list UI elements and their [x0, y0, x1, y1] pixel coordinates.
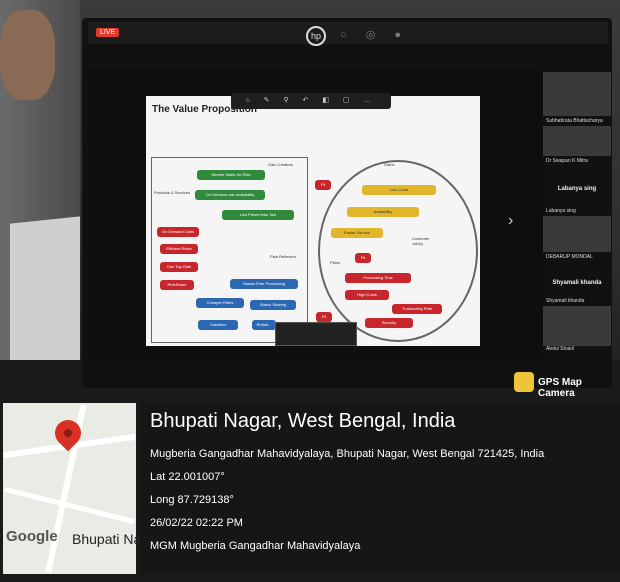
slide-title: The Value Proposition: [152, 104, 258, 115]
gain-box-2: On Demand cab availability: [195, 190, 265, 200]
pain-pill-2: High Costs: [345, 290, 389, 300]
gain-pill-1: Low Costs: [362, 185, 436, 195]
slide-thumbnails[interactable]: [275, 322, 357, 346]
map-pin-dot: [64, 429, 72, 437]
product-box-2: Efficient Rides: [160, 244, 198, 254]
fit-badge-top: Fit: [315, 180, 331, 190]
participant-name-6: Abdul Shakil: [546, 346, 574, 352]
gain-box-1: Shorter Waits for Ride: [197, 170, 265, 180]
location-longitude: Long 87.729138°: [150, 494, 234, 506]
pain-reliever-box-5: Reliab...: [252, 320, 276, 330]
participant-name-1: Subhabrata Bhattacharya: [546, 118, 603, 124]
gain-pill-3: Easier Service: [331, 228, 383, 238]
gps-map-camera-icon: [514, 372, 534, 392]
pain-pill-3: Trustworthy Ride: [392, 304, 442, 314]
gain-pill-2: Availability: [347, 207, 419, 217]
next-slide-icon[interactable]: ›: [508, 212, 513, 230]
gain-creators-label: Gain Creators: [268, 162, 293, 167]
participant-name-5: Shyamali khanda: [552, 280, 602, 286]
product-box-3: One Tap Ride: [160, 262, 198, 272]
paper-on-desk: [10, 216, 80, 374]
gain-box-3: Low Prices than Taxi: [222, 210, 294, 220]
pain-reliever-box-4: Cashless: [198, 320, 238, 330]
products-label: Products & Services: [154, 190, 191, 195]
participant-name-3-small: Labanya sing: [546, 208, 576, 214]
participant-name-2: Dr Swapan K Mitra: [546, 158, 588, 164]
customer-job-label: Customer Job(s): [412, 236, 430, 246]
participant-name-3: Labanya sing: [557, 186, 597, 192]
pain-pill-4: Security: [365, 318, 413, 328]
location-datetime: 26/02/22 02:22 PM: [150, 517, 243, 529]
participant-name-5-small: Shyamali khanda: [546, 298, 585, 304]
gains-label: Gains: [384, 162, 395, 167]
participant-tile-6[interactable]: [543, 306, 611, 346]
camera-mic-icons[interactable]: ○ ◎ ●: [340, 28, 409, 41]
map-road: [4, 486, 135, 525]
fit-badge-bottom: Fit: [316, 312, 332, 322]
product-box-4: RideShare: [160, 280, 194, 290]
participant-tile-2[interactable]: [543, 126, 611, 156]
participant-tile-4[interactable]: [543, 216, 611, 252]
fit-badge-middle: Fit: [355, 253, 371, 263]
pain-relievers-label: Pain Relievers: [270, 254, 296, 259]
location-address: Mugberia Gangadhar Mahavidyalaya, Bhupat…: [150, 448, 545, 460]
pains-label: Pains: [330, 260, 341, 265]
pain-pill-1: Processing Time: [345, 273, 411, 283]
pain-reliever-box-2: Cheaper Rides: [196, 298, 244, 308]
location-title: Bhupati Nagar, West Bengal, India: [150, 410, 456, 432]
product-box-1: On Demand Cabs: [157, 227, 199, 237]
participants-panel: Subhabrata Bhattacharya Dr Swapan K Mitr…: [543, 70, 611, 360]
pain-reliever-box-1: Hassle Free Processing: [230, 279, 298, 289]
live-badge: LIVE: [96, 28, 120, 37]
hp-logo: hp: [306, 26, 326, 46]
google-logo: Google: [6, 528, 58, 545]
person-in-background: [0, 10, 55, 100]
pain-reliever-box-3: Status Sharing: [250, 300, 296, 310]
gps-map-camera-label: GPS Map Camera: [538, 377, 582, 399]
location-note: MGM Mugberia Gangadhar Mahavidyalaya: [150, 540, 361, 552]
location-latitude: Lat 22.001007°: [150, 471, 225, 483]
participant-name-4: DEBARUP MONDAL: [546, 254, 593, 260]
participant-tile-1[interactable]: [543, 72, 611, 116]
